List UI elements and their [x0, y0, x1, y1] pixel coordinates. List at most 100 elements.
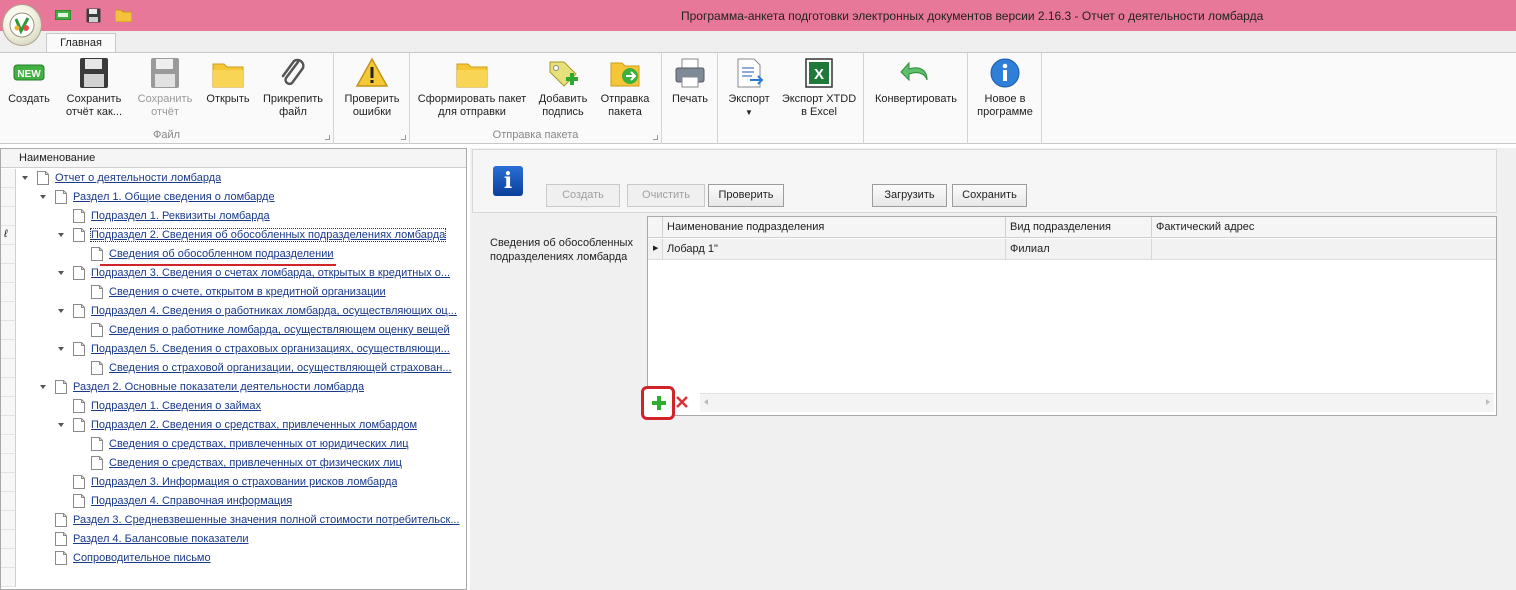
- row-indicator: [1, 169, 16, 188]
- group-launcher-icon[interactable]: [653, 135, 658, 140]
- tree-item[interactable]: Подраздел 3. Информация о страховании ри…: [16, 473, 466, 492]
- form-check-button[interactable]: Проверить: [708, 184, 784, 207]
- row-indicator: [1, 359, 16, 378]
- tab-home[interactable]: Главная: [46, 33, 116, 53]
- cell-name[interactable]: Лобард 1": [663, 239, 1006, 260]
- open-folder-icon[interactable]: [114, 7, 132, 23]
- group-launcher-icon[interactable]: [401, 135, 406, 140]
- delete-row-button[interactable]: [674, 394, 690, 410]
- scroll-right-icon[interactable]: [1486, 399, 1490, 405]
- row-indicator: [1, 492, 16, 511]
- column-header-type[interactable]: Вид подразделения: [1006, 217, 1152, 238]
- check-errors-label-1: Проверить: [344, 93, 400, 105]
- expand-arrow-icon[interactable]: [56, 420, 66, 430]
- tree-item[interactable]: Сведения о страховой организации, осущес…: [16, 359, 466, 378]
- whats-new-button[interactable]: Новое в программе: [972, 56, 1038, 119]
- tree-item[interactable]: Сведения о средствах, привлеченных от фи…: [16, 454, 466, 473]
- row-pointer-icon: ▶: [648, 239, 663, 260]
- form-package-button[interactable]: Сформировать пакет для отправки: [416, 56, 528, 119]
- expand-arrow-icon[interactable]: [38, 382, 48, 392]
- new-icon[interactable]: [54, 7, 72, 23]
- save-button[interactable]: Сохранить отчёт: [132, 56, 198, 119]
- section-title: Сведения об обособленных подразделениях …: [490, 237, 633, 263]
- row-indicator: [1, 511, 16, 530]
- tree-item[interactable]: Сведения об обособленном подразделении: [16, 245, 466, 264]
- tree-item[interactable]: Раздел 1. Общие сведения о ломбарде: [16, 188, 466, 207]
- export-icon: [737, 58, 764, 88]
- create-button[interactable]: NEW Создать: [4, 56, 54, 106]
- open-label: Открыть: [206, 93, 250, 105]
- document-icon: [73, 304, 85, 318]
- app-menu-button[interactable]: [2, 4, 42, 46]
- open-button[interactable]: Открыть: [202, 56, 254, 106]
- send-package-button[interactable]: Отправка пакета: [596, 56, 654, 119]
- print-label: Печать: [671, 93, 709, 105]
- add-row-button[interactable]: [641, 386, 675, 420]
- document-icon: [55, 551, 67, 565]
- export-xtdd-excel-button[interactable]: X Экспорт XTDD в Excel: [780, 56, 858, 119]
- horizontal-scrollbar[interactable]: [700, 393, 1494, 412]
- scroll-left-icon[interactable]: [704, 399, 708, 405]
- column-header-name[interactable]: Наименование подразделения: [663, 217, 1006, 238]
- tree-item-label: Сведения о страховой организации, осущес…: [109, 362, 452, 374]
- attach-file-button[interactable]: Прикрепить файл: [258, 56, 328, 119]
- tree-item[interactable]: Подраздел 2. Сведения об обособленных по…: [16, 226, 466, 245]
- tree-item[interactable]: Подраздел 2. Сведения о средствах, привл…: [16, 416, 466, 435]
- expand-arrow-icon[interactable]: [56, 306, 66, 316]
- tree-item[interactable]: Подраздел 4. Сведения о работниках ломба…: [16, 302, 466, 321]
- tree-item[interactable]: Отчет о деятельности ломбарда: [16, 169, 466, 188]
- expand-arrow-icon[interactable]: [56, 230, 66, 240]
- tree-item-label: Подраздел 4. Сведения о работниках ломба…: [91, 305, 457, 317]
- ribbon-group-convert: Конвертировать: [864, 53, 968, 144]
- create-label: Создать: [8, 93, 50, 105]
- group-launcher-icon[interactable]: [325, 135, 330, 140]
- document-icon: [55, 532, 67, 546]
- tree-item[interactable]: Сведения о работнике ломбарда, осуществл…: [16, 321, 466, 340]
- expand-arrow-icon[interactable]: [38, 192, 48, 202]
- form-clear-button[interactable]: Очистить: [627, 184, 705, 207]
- ribbon-group-print: Печать: [662, 53, 718, 144]
- ribbon: NEW Создать Сохранить отчёт как... Сохра…: [0, 52, 1516, 144]
- tree-item[interactable]: Раздел 4. Балансовые показатели: [16, 530, 466, 549]
- save-label-1: Сохранить: [137, 93, 193, 105]
- document-icon: [55, 380, 67, 394]
- tag-add-icon: [549, 61, 578, 87]
- document-icon: [37, 171, 49, 185]
- tree-item[interactable]: Раздел 2. Основные показатели деятельнос…: [16, 378, 466, 397]
- tree-item[interactable]: Подраздел 3. Сведения о счетах ломбарда,…: [16, 264, 466, 283]
- tree-item[interactable]: Сведения о средствах, привлеченных от юр…: [16, 435, 466, 454]
- print-button[interactable]: Печать: [666, 56, 714, 106]
- column-header-address[interactable]: Фактический адрес: [1152, 217, 1496, 238]
- convert-button[interactable]: Конвертировать: [868, 56, 964, 106]
- add-signature-button[interactable]: Добавить подпись: [534, 56, 592, 119]
- convert-label: Конвертировать: [874, 93, 958, 105]
- row-indicator: [1, 473, 16, 492]
- expand-arrow-icon[interactable]: [56, 268, 66, 278]
- info-icon: [990, 58, 1020, 88]
- save-as-button[interactable]: Сохранить отчёт как...: [60, 56, 128, 119]
- excel-icon: X: [805, 58, 833, 88]
- form-save-button[interactable]: Сохранить: [952, 184, 1027, 207]
- export-xtdd-label-1: Экспорт XTDD: [781, 93, 857, 105]
- table-row[interactable]: ▶ Лобард 1" Филиал: [648, 239, 1496, 260]
- tree-item-label: Сведения о средствах, привлеченных от фи…: [109, 457, 402, 469]
- tree-item[interactable]: Подраздел 1. Сведения о займах: [16, 397, 466, 416]
- check-errors-button[interactable]: Проверить ошибки: [338, 56, 406, 119]
- row-indicator: [1, 264, 16, 283]
- save-icon[interactable]: [84, 7, 102, 23]
- tree-item[interactable]: Сведения о счете, открытом в кредитной о…: [16, 283, 466, 302]
- expand-arrow-icon[interactable]: [56, 344, 66, 354]
- form-load-button[interactable]: Загрузить: [872, 184, 947, 207]
- form-create-button[interactable]: Создать: [546, 184, 620, 207]
- cell-type[interactable]: Филиал: [1006, 239, 1152, 260]
- tree-item[interactable]: Подраздел 5. Сведения о страховых органи…: [16, 340, 466, 359]
- expand-arrow-icon[interactable]: [20, 173, 30, 183]
- row-indicator: [1, 416, 16, 435]
- tree-item[interactable]: Подраздел 1. Реквизиты ломбарда: [16, 207, 466, 226]
- highlight-underline: [100, 264, 336, 266]
- cell-address[interactable]: [1152, 239, 1496, 260]
- export-dropdown-button[interactable]: Экспорт ▼: [722, 56, 776, 119]
- tree-item[interactable]: Раздел 3. Средневзвешенные значения полн…: [16, 511, 466, 530]
- tree-item[interactable]: Подраздел 4. Справочная информация: [16, 492, 466, 511]
- tree-item[interactable]: Сопроводительное письмо: [16, 549, 466, 568]
